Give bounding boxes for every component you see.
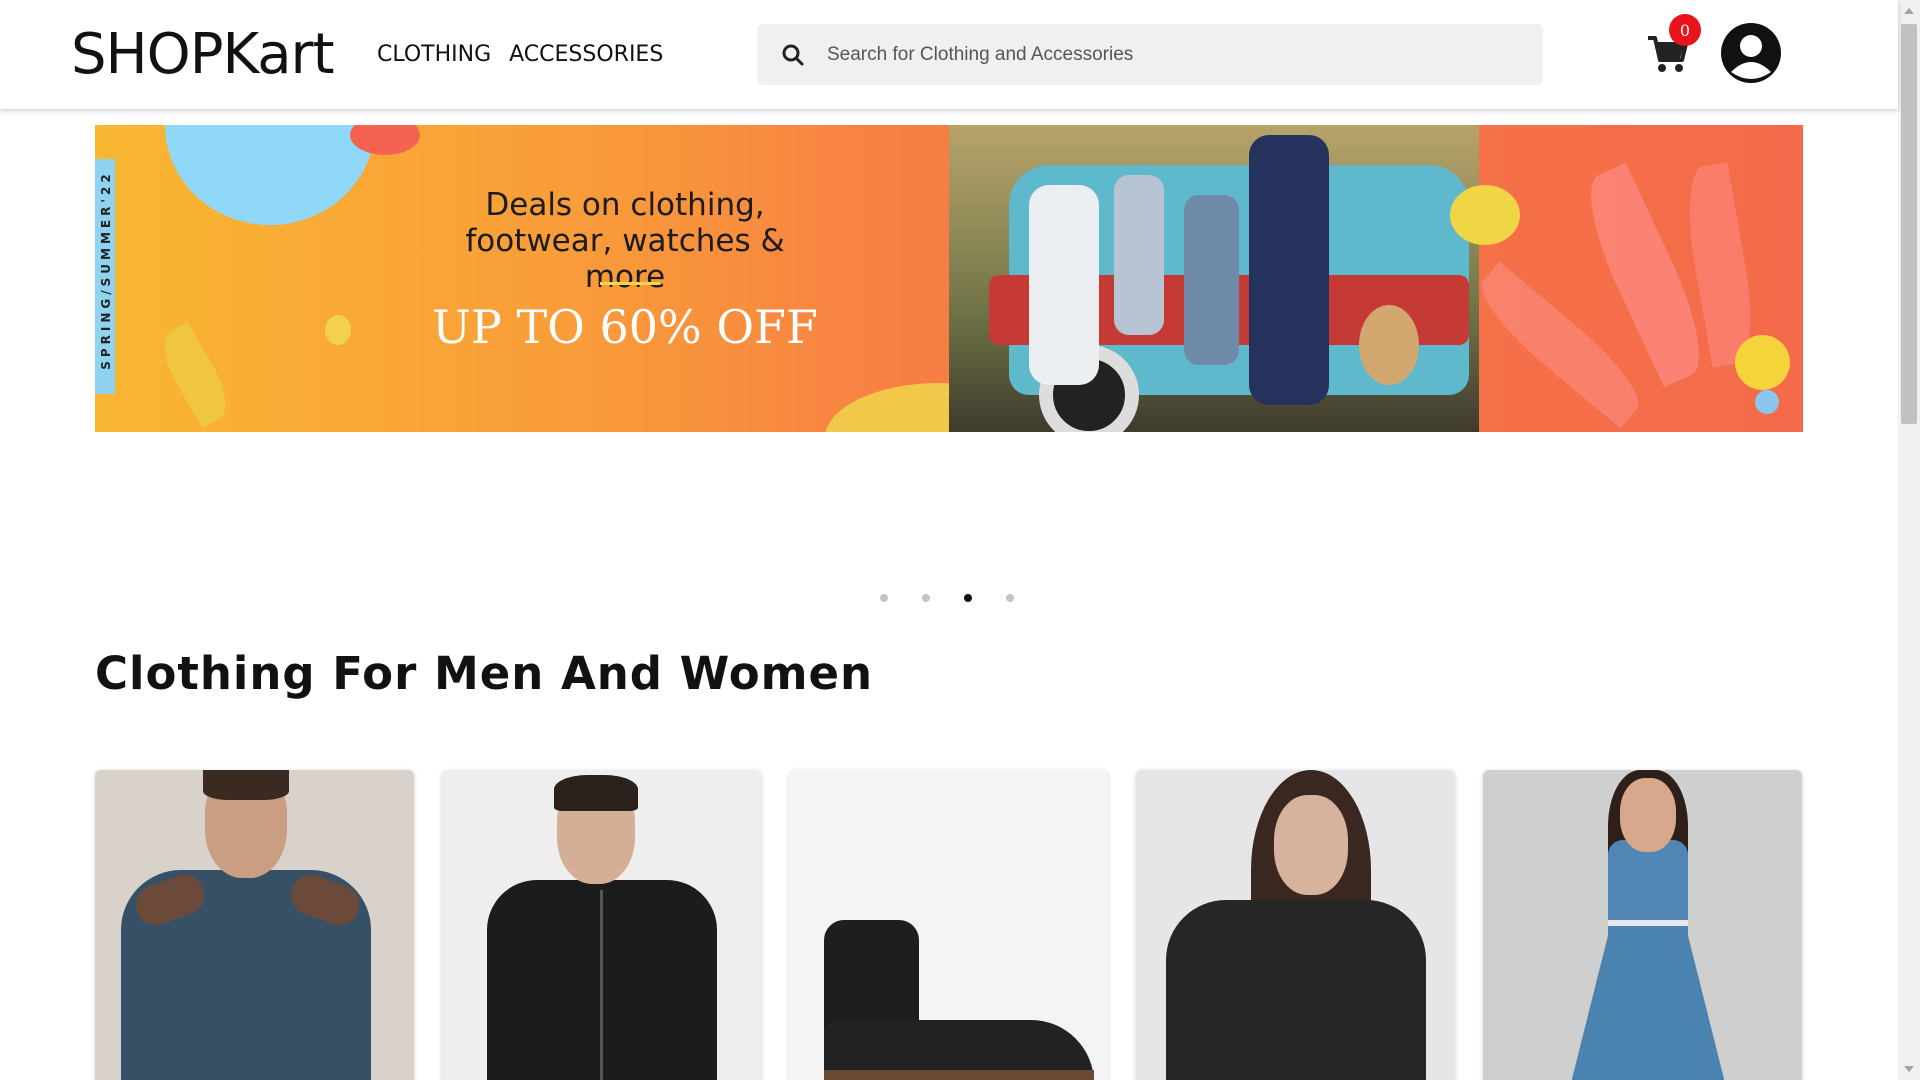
model-figure <box>1114 175 1164 335</box>
banner-decor-blob <box>1450 185 1520 245</box>
product-card-denim-dress[interactable] <box>1483 770 1802 1080</box>
scroll-up-arrow-icon[interactable] <box>1904 8 1914 14</box>
flower-decor <box>1735 335 1790 390</box>
model-hair-shape <box>203 770 289 800</box>
model-figure <box>1249 135 1329 405</box>
main-nav: CLOTHING ACCESSORIES <box>377 40 663 70</box>
search-input[interactable] <box>827 43 1507 66</box>
dress-belt-shape <box>1608 920 1688 926</box>
site-logo[interactable]: SHOPKart <box>71 22 335 88</box>
search-bar <box>757 24 1543 85</box>
product-card-men-jacket[interactable] <box>442 770 761 1080</box>
product-grid <box>95 770 1802 1080</box>
product-card-women-leather-jacket[interactable] <box>1136 770 1455 1080</box>
nav-clothing-link[interactable]: CLOTHING <box>377 40 491 70</box>
boot-sole-shape <box>824 1070 1094 1080</box>
section-title: Clothing For Men And Women <box>95 647 874 700</box>
scrollbar-thumb[interactable] <box>1901 24 1917 424</box>
model-figure <box>1029 185 1099 385</box>
scroll-down-arrow-icon[interactable] <box>1904 1066 1914 1072</box>
page-scrollbar[interactable] <box>1898 0 1920 1080</box>
carousel-dot-1[interactable] <box>880 594 888 602</box>
carousel-dots <box>880 594 1014 602</box>
cart-count-badge: 0 <box>1669 14 1701 46</box>
search-icon[interactable] <box>781 43 805 67</box>
carousel-dot-3[interactable] <box>964 594 972 602</box>
banner-offer: UP TO 60% OFF <box>432 300 818 354</box>
banner-photo <box>949 125 1479 432</box>
user-account-icon[interactable] <box>1720 22 1782 84</box>
banner-headline: Deals on clothing, footwear, watches & m… <box>465 187 785 295</box>
banner-divider <box>600 282 660 285</box>
banner-season-text: SPRING/SUMMER'22 <box>99 170 113 370</box>
banner-decor-blob <box>165 125 375 225</box>
carousel-dot-4[interactable] <box>1006 594 1014 602</box>
model-figure <box>1184 195 1239 365</box>
nav-accessories-link[interactable]: ACCESSORIES <box>509 40 663 70</box>
jacket-zip-shape <box>600 890 603 1080</box>
model-head-shape <box>1620 778 1676 852</box>
promo-banner[interactable]: SPRING/SUMMER'22 Deals on clothing, foot… <box>95 125 1803 432</box>
product-card-boot[interactable] <box>789 770 1108 1080</box>
top-header: SHOPKart CLOTHING ACCESSORIES 0 <box>0 0 1898 109</box>
model-head-shape <box>1274 795 1348 895</box>
banner-decor-dot <box>325 315 351 345</box>
banner-leaf-decor <box>152 321 238 429</box>
model-hair-shape <box>554 775 638 811</box>
leather-jacket-shape <box>1166 900 1426 1080</box>
carousel-dot-2[interactable] <box>922 594 930 602</box>
dress-skirt-shape <box>1563 925 1733 1080</box>
flower-decor <box>1755 390 1779 414</box>
product-card-men-sweater[interactable] <box>95 770 414 1080</box>
straw-bag-shape <box>1359 305 1419 385</box>
